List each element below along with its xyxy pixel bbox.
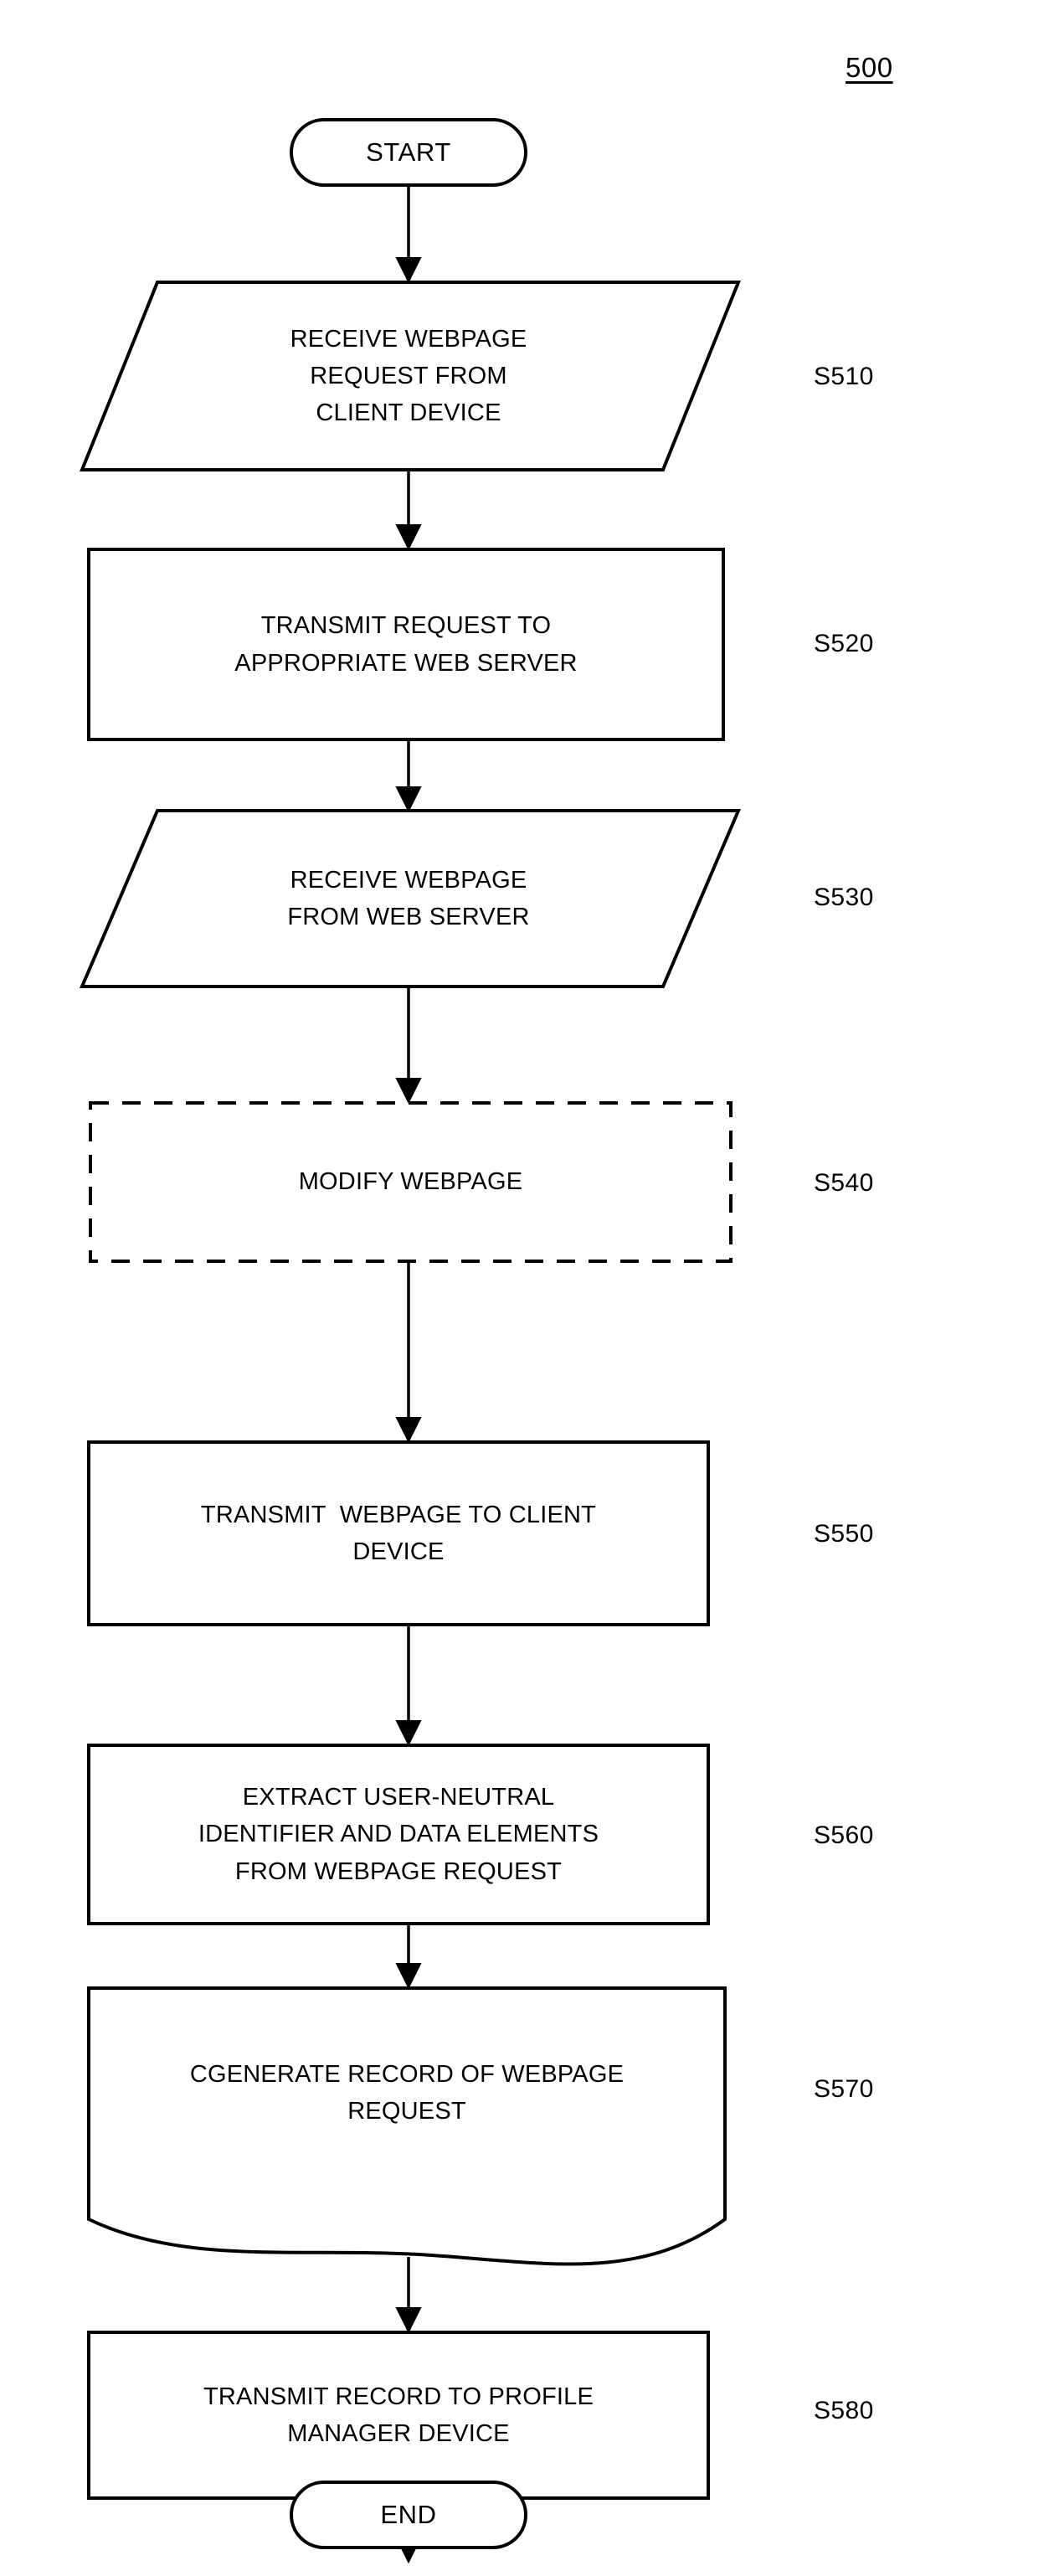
node-end-shape [290, 2481, 527, 2549]
step-label-s540: S540 [814, 1169, 874, 1197]
node-s570-shape [87, 1986, 727, 2266]
step-label-s510: S510 [814, 363, 874, 390]
step-label-s520: S520 [814, 630, 874, 657]
step-label-s560: S560 [814, 1821, 874, 1849]
node-s520-shape [87, 548, 725, 741]
node-s530-shape [79, 809, 742, 988]
flowchart-canvas [79, 118, 742, 2564]
figure-number: 500 [846, 52, 893, 83]
node-s560-shape [87, 1744, 710, 1925]
node-start-shape [290, 118, 527, 187]
step-label-s530: S530 [814, 884, 874, 911]
node-s540-shape [89, 1101, 733, 1263]
step-label-s550: S550 [814, 1520, 874, 1548]
node-s580-shape [87, 2331, 710, 2500]
figure-page: 500 START RECEIVE WEBPAGE REQUEST FROM C… [0, 0, 1059, 2576]
node-s510-shape [80, 281, 741, 471]
step-label-s570: S570 [814, 2075, 874, 2103]
step-label-s580: S580 [814, 2397, 874, 2424]
node-s550-shape [87, 1440, 710, 1626]
